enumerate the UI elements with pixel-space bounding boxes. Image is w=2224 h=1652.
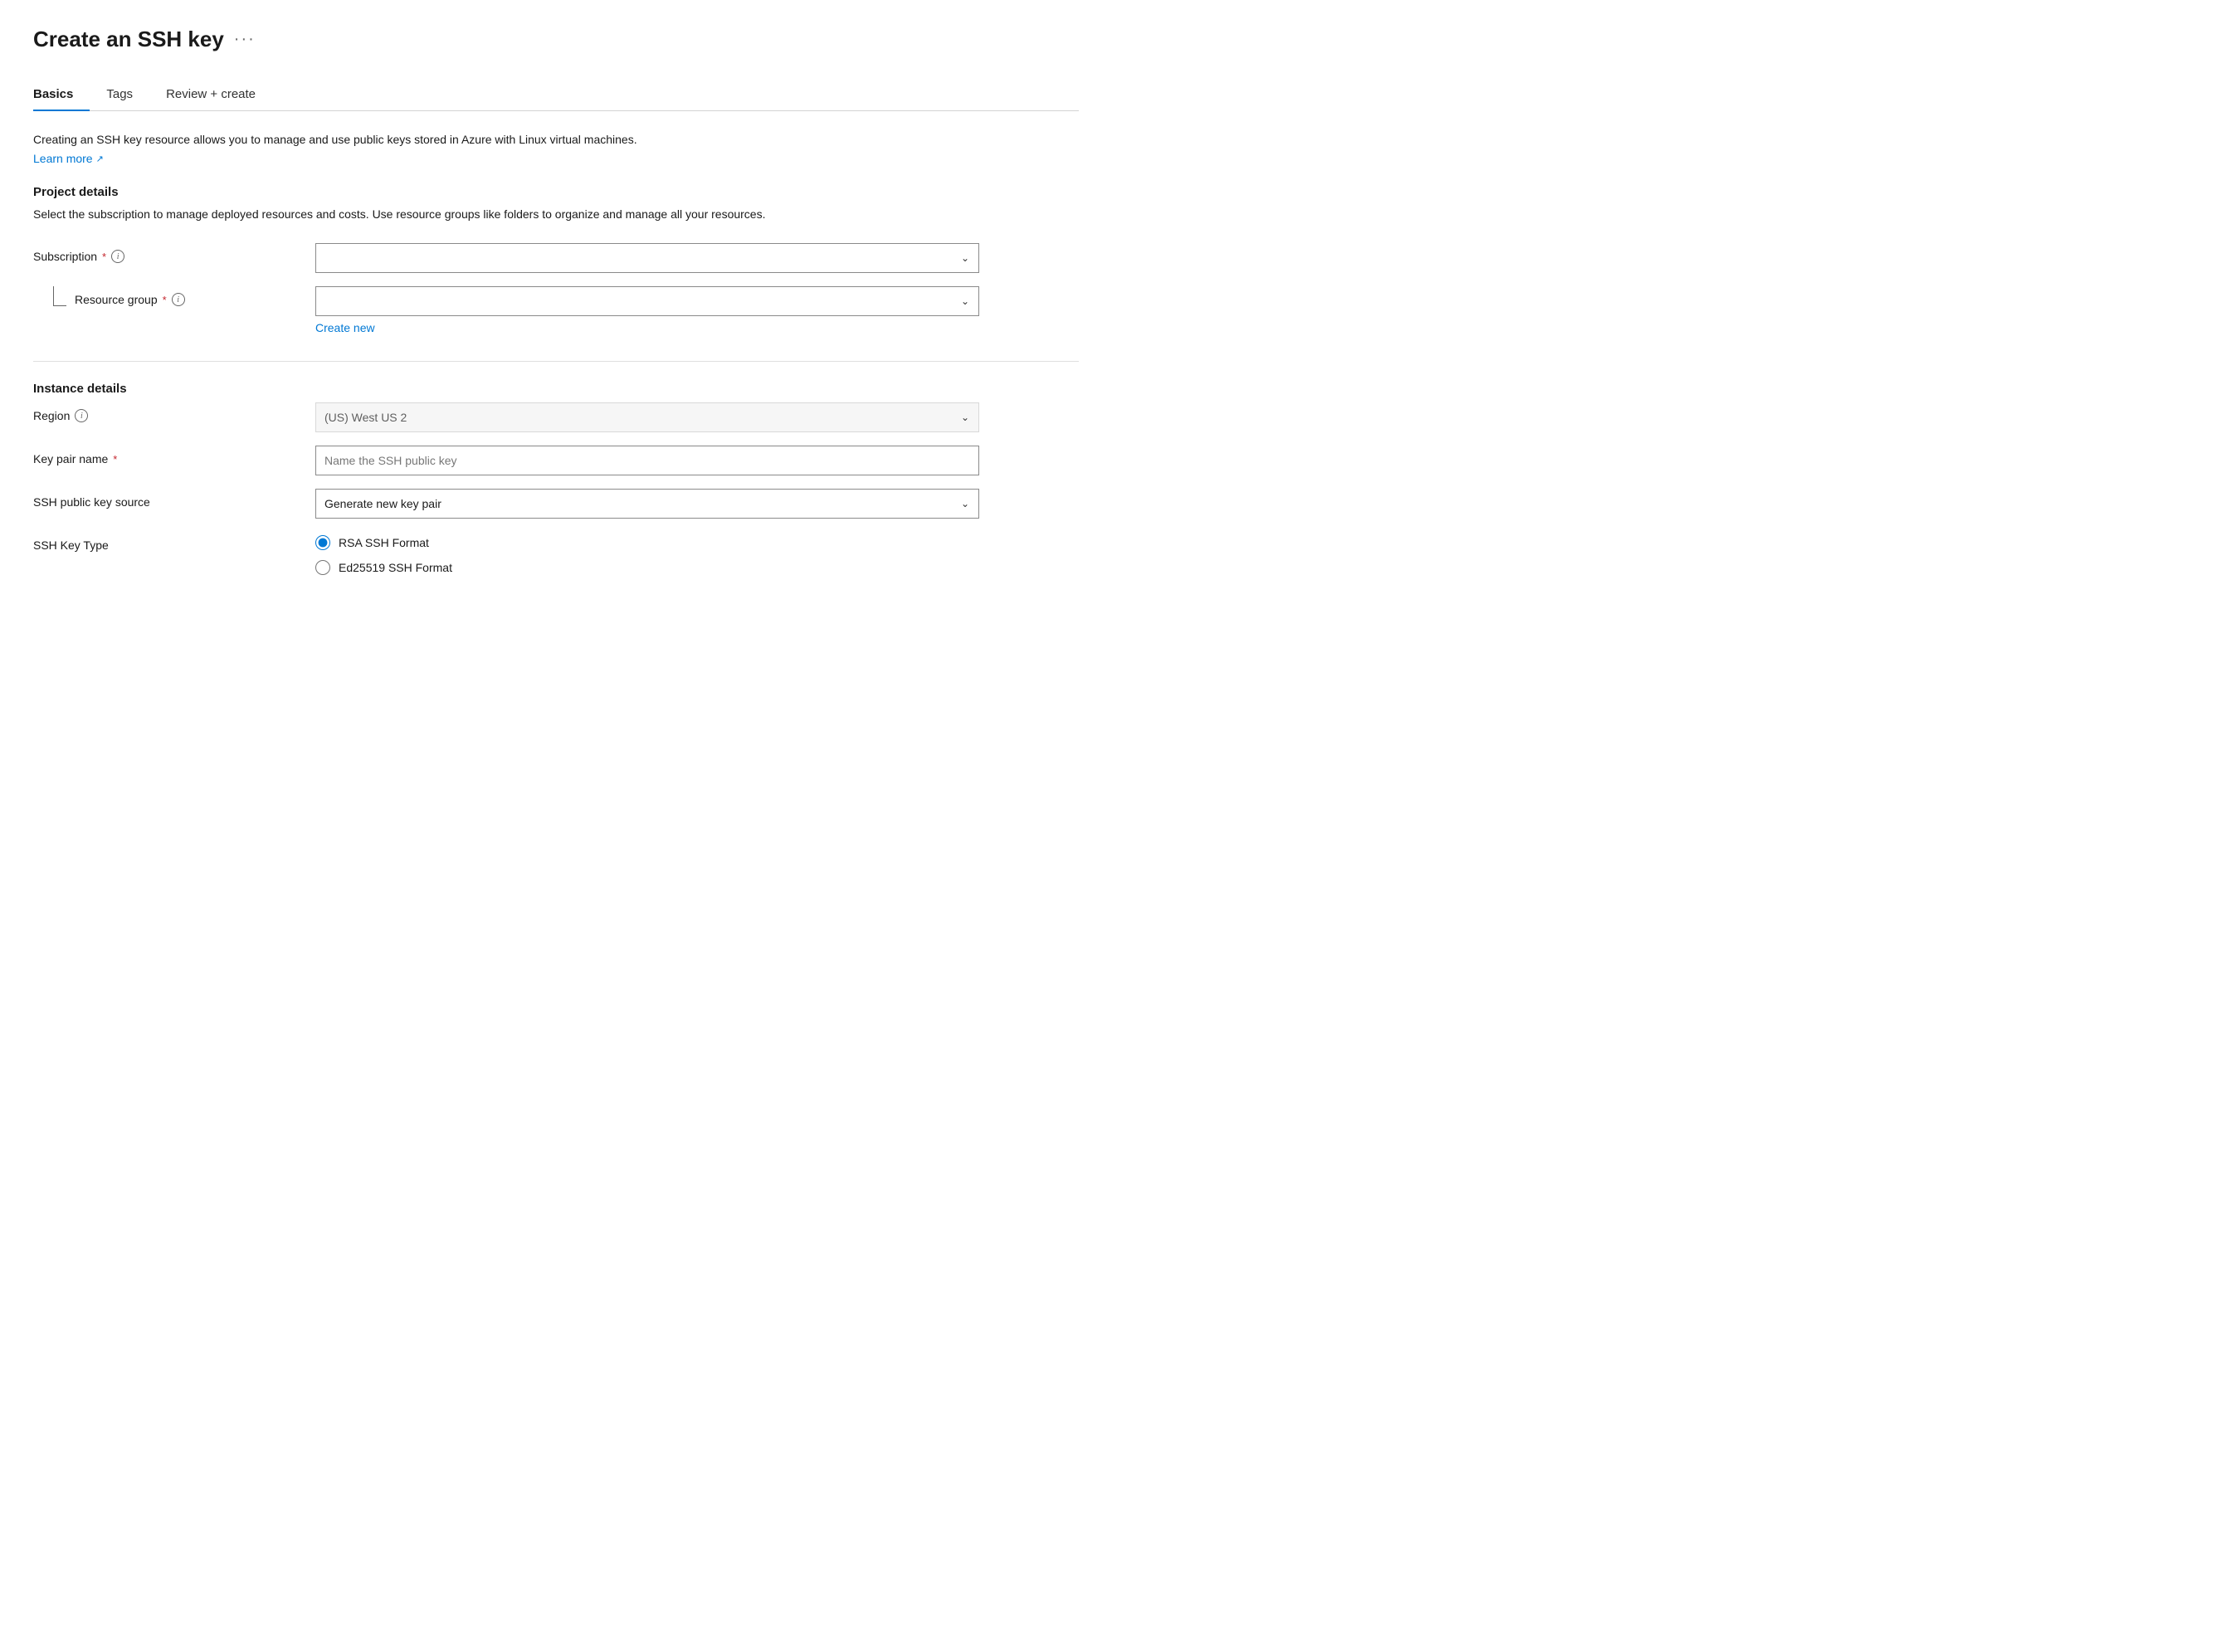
region-select[interactable]: (US) West US 2 <box>315 402 979 432</box>
project-details-section: Project details Select the subscription … <box>33 185 1079 334</box>
tab-review-create[interactable]: Review + create <box>166 79 272 111</box>
resource-group-label-col: Resource group * i <box>33 286 315 306</box>
page-title: Create an SSH key <box>33 27 224 52</box>
ssh-source-select[interactable]: Generate new key pair Use existing key s… <box>315 489 979 519</box>
region-label: Region <box>33 409 70 422</box>
rsa-radio-label: RSA SSH Format <box>339 536 429 549</box>
key-pair-name-required: * <box>113 453 117 465</box>
project-details-description: Select the subscription to manage deploy… <box>33 206 1079 223</box>
rsa-radio-input[interactable] <box>315 535 330 550</box>
resource-group-required: * <box>163 294 167 306</box>
resource-group-label: Resource group <box>75 293 158 306</box>
ssh-key-type-row: SSH Key Type RSA SSH Format Ed25519 SSH … <box>33 532 1079 575</box>
key-pair-name-row: Key pair name * <box>33 446 1079 475</box>
resource-group-control: ⌄ Create new <box>315 286 979 334</box>
subscription-select-wrapper: ⌄ <box>315 243 979 273</box>
project-details-title: Project details <box>33 185 1079 199</box>
resource-group-info-icon[interactable]: i <box>172 293 185 306</box>
key-pair-name-label-col: Key pair name * <box>33 446 315 465</box>
ssh-source-select-wrapper: Generate new key pair Use existing key s… <box>315 489 979 519</box>
tabs-container: Basics Tags Review + create <box>33 79 1079 111</box>
ssh-key-type-radio-group: RSA SSH Format Ed25519 SSH Format <box>315 532 979 575</box>
subscription-label: Subscription <box>33 250 97 263</box>
page-title-area: Create an SSH key ··· <box>33 27 1079 52</box>
region-label-col: Region i <box>33 402 315 422</box>
instance-details-section: Instance details Region i (US) West US 2… <box>33 382 1079 575</box>
resource-group-select[interactable] <box>315 286 979 316</box>
ssh-public-key-source-row: SSH public key source Generate new key p… <box>33 489 1079 519</box>
learn-more-link[interactable]: Learn more ↗ <box>33 152 104 165</box>
tab-basics[interactable]: Basics <box>33 79 90 111</box>
ssh-key-type-label: SSH Key Type <box>33 538 109 552</box>
region-select-wrapper: (US) West US 2 ⌄ <box>315 402 979 432</box>
subscription-info-icon[interactable]: i <box>111 250 124 263</box>
resource-group-select-wrapper: ⌄ <box>315 286 979 316</box>
intro-description: Creating an SSH key resource allows you … <box>33 131 1079 149</box>
external-link-icon: ↗ <box>96 154 104 164</box>
section-divider <box>33 361 1079 362</box>
resource-group-row: Resource group * i ⌄ Create new <box>33 286 1079 334</box>
ssh-public-key-source-control: Generate new key pair Use existing key s… <box>315 489 979 519</box>
more-options-icon[interactable]: ··· <box>234 30 256 49</box>
ed25519-radio-input[interactable] <box>315 560 330 575</box>
region-control: (US) West US 2 ⌄ <box>315 402 979 432</box>
subscription-label-col: Subscription * i <box>33 243 315 263</box>
ssh-public-key-source-label: SSH public key source <box>33 495 150 509</box>
create-new-link[interactable]: Create new <box>315 321 375 334</box>
subscription-row: Subscription * i ⌄ <box>33 243 1079 273</box>
ssh-key-type-control: RSA SSH Format Ed25519 SSH Format <box>315 532 979 575</box>
subscription-select[interactable] <box>315 243 979 273</box>
key-pair-name-control <box>315 446 979 475</box>
tab-tags[interactable]: Tags <box>106 79 149 111</box>
indent-marker <box>53 286 66 306</box>
key-pair-name-input[interactable] <box>315 446 979 475</box>
region-info-icon[interactable]: i <box>75 409 88 422</box>
region-row: Region i (US) West US 2 ⌄ <box>33 402 1079 432</box>
rsa-radio-option[interactable]: RSA SSH Format <box>315 535 979 550</box>
key-pair-name-label: Key pair name <box>33 452 108 465</box>
ssh-public-key-source-label-col: SSH public key source <box>33 489 315 509</box>
learn-more-label: Learn more <box>33 152 93 165</box>
ed25519-radio-label: Ed25519 SSH Format <box>339 561 452 574</box>
ssh-key-type-label-col: SSH Key Type <box>33 532 315 552</box>
ed25519-radio-option[interactable]: Ed25519 SSH Format <box>315 560 979 575</box>
subscription-control: ⌄ <box>315 243 979 273</box>
instance-details-title: Instance details <box>33 382 1079 396</box>
subscription-required: * <box>102 251 106 263</box>
